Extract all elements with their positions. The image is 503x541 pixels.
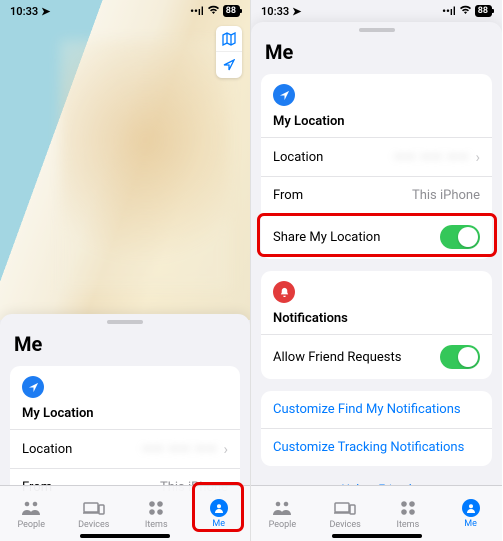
tab-bar: People Devices Items Me [0, 485, 250, 541]
allow-friend-requests-row: Allow Friend Requests [261, 334, 492, 379]
status-time: 10:33 [10, 5, 38, 18]
home-indicator[interactable] [332, 534, 422, 538]
tab-label: Items [397, 520, 420, 530]
customize-findmy-link[interactable]: Customize Find My Notifications [261, 391, 492, 428]
me-icon [462, 499, 480, 517]
customize-tracking-link[interactable]: Customize Tracking Notifications [261, 428, 492, 466]
sheet-title: Me [0, 330, 250, 366]
map-mode-button[interactable] [216, 26, 242, 52]
tab-label: Items [145, 520, 168, 530]
location-arrow-icon [273, 84, 295, 106]
tab-me[interactable]: Me [188, 486, 251, 541]
map-view[interactable] [0, 0, 250, 320]
me-sheet-expanded: Me My Location Location —— —— —— › From T… [251, 22, 502, 485]
tab-label: Devices [78, 520, 109, 530]
share-location-toggle[interactable] [440, 225, 480, 249]
chevron-right-icon: › [475, 148, 480, 166]
location-arrow-icon [22, 376, 44, 398]
people-icon [271, 498, 293, 518]
chevron-right-icon: › [223, 440, 228, 458]
share-location-label: Share My Location [273, 230, 380, 245]
map-controls [216, 26, 242, 78]
phone-me-detail: 10:33 ➤ ••ıl 88 Me My Location [251, 0, 502, 541]
tab-label: Me [212, 519, 225, 529]
phone-map-view: 10:33 ➤ ••ıl 88 Me [0, 0, 251, 541]
tab-devices[interactable]: Devices [63, 486, 126, 541]
from-row[interactable]: From This iPhone [261, 176, 492, 214]
cellular-icon: ••ıl [442, 5, 456, 18]
locate-me-button[interactable] [216, 52, 242, 78]
me-icon [210, 499, 228, 517]
cellular-icon: ••ıl [190, 5, 204, 18]
from-label: From [273, 188, 303, 203]
tab-items[interactable]: Items [125, 486, 188, 541]
sheet-grabber[interactable] [359, 28, 395, 32]
tab-people[interactable]: People [0, 486, 63, 541]
tab-items[interactable]: Items [377, 486, 440, 541]
notifications-heading: Notifications [273, 311, 480, 332]
people-icon [20, 498, 42, 518]
devices-icon [83, 498, 105, 518]
battery-icon: 88 [223, 5, 240, 17]
status-bar: 10:33 ➤ ••ıl 88 [251, 0, 502, 20]
location-value: —— —— —— [142, 442, 217, 457]
location-row[interactable]: Location —— —— —— › [261, 137, 492, 176]
location-label: Location [273, 150, 323, 165]
customize-links-card: Customize Find My Notifications Customiz… [261, 391, 492, 466]
bell-icon [273, 281, 295, 303]
wifi-icon [207, 5, 220, 18]
tab-label: People [17, 520, 45, 530]
location-arrow-icon: ➤ [41, 5, 50, 18]
notifications-card: Notifications Allow Friend Requests [261, 271, 492, 379]
help-a-friend-section[interactable]: Help a Friend Open iCloud.com so others … [251, 478, 502, 485]
wifi-icon [459, 5, 472, 18]
from-value: This iPhone [412, 188, 480, 203]
sheet-grabber[interactable] [107, 320, 143, 324]
items-icon [148, 498, 164, 518]
battery-icon: 88 [475, 5, 492, 17]
status-time: 10:33 [261, 5, 289, 18]
location-row[interactable]: Location —— —— —— › [10, 429, 240, 468]
home-indicator[interactable] [80, 534, 170, 538]
tab-label: Me [464, 519, 477, 529]
location-value: —— —— —— [394, 150, 469, 165]
tab-bar: People Devices Items Me [251, 485, 502, 541]
sheet-title: Me [251, 38, 502, 74]
tab-label: Devices [329, 520, 360, 530]
me-sheet: Me My Location Location —— —— ——› From T… [0, 314, 250, 485]
items-icon [400, 498, 416, 518]
tab-people[interactable]: People [251, 486, 314, 541]
location-arrow-icon: ➤ [292, 5, 301, 18]
tab-devices[interactable]: Devices [314, 486, 377, 541]
tab-me[interactable]: Me [439, 486, 502, 541]
my-location-heading: My Location [22, 406, 228, 427]
devices-icon [334, 498, 356, 518]
my-location-card: My Location Location —— —— —— › From This… [261, 74, 492, 259]
location-label: Location [22, 442, 72, 457]
allow-friend-requests-toggle[interactable] [440, 345, 480, 369]
tab-label: People [269, 520, 297, 530]
allow-friend-requests-label: Allow Friend Requests [273, 350, 401, 365]
share-location-row: Share My Location [261, 214, 492, 259]
status-bar: 10:33 ➤ ••ıl 88 [0, 0, 250, 20]
my-location-heading: My Location [273, 114, 480, 135]
